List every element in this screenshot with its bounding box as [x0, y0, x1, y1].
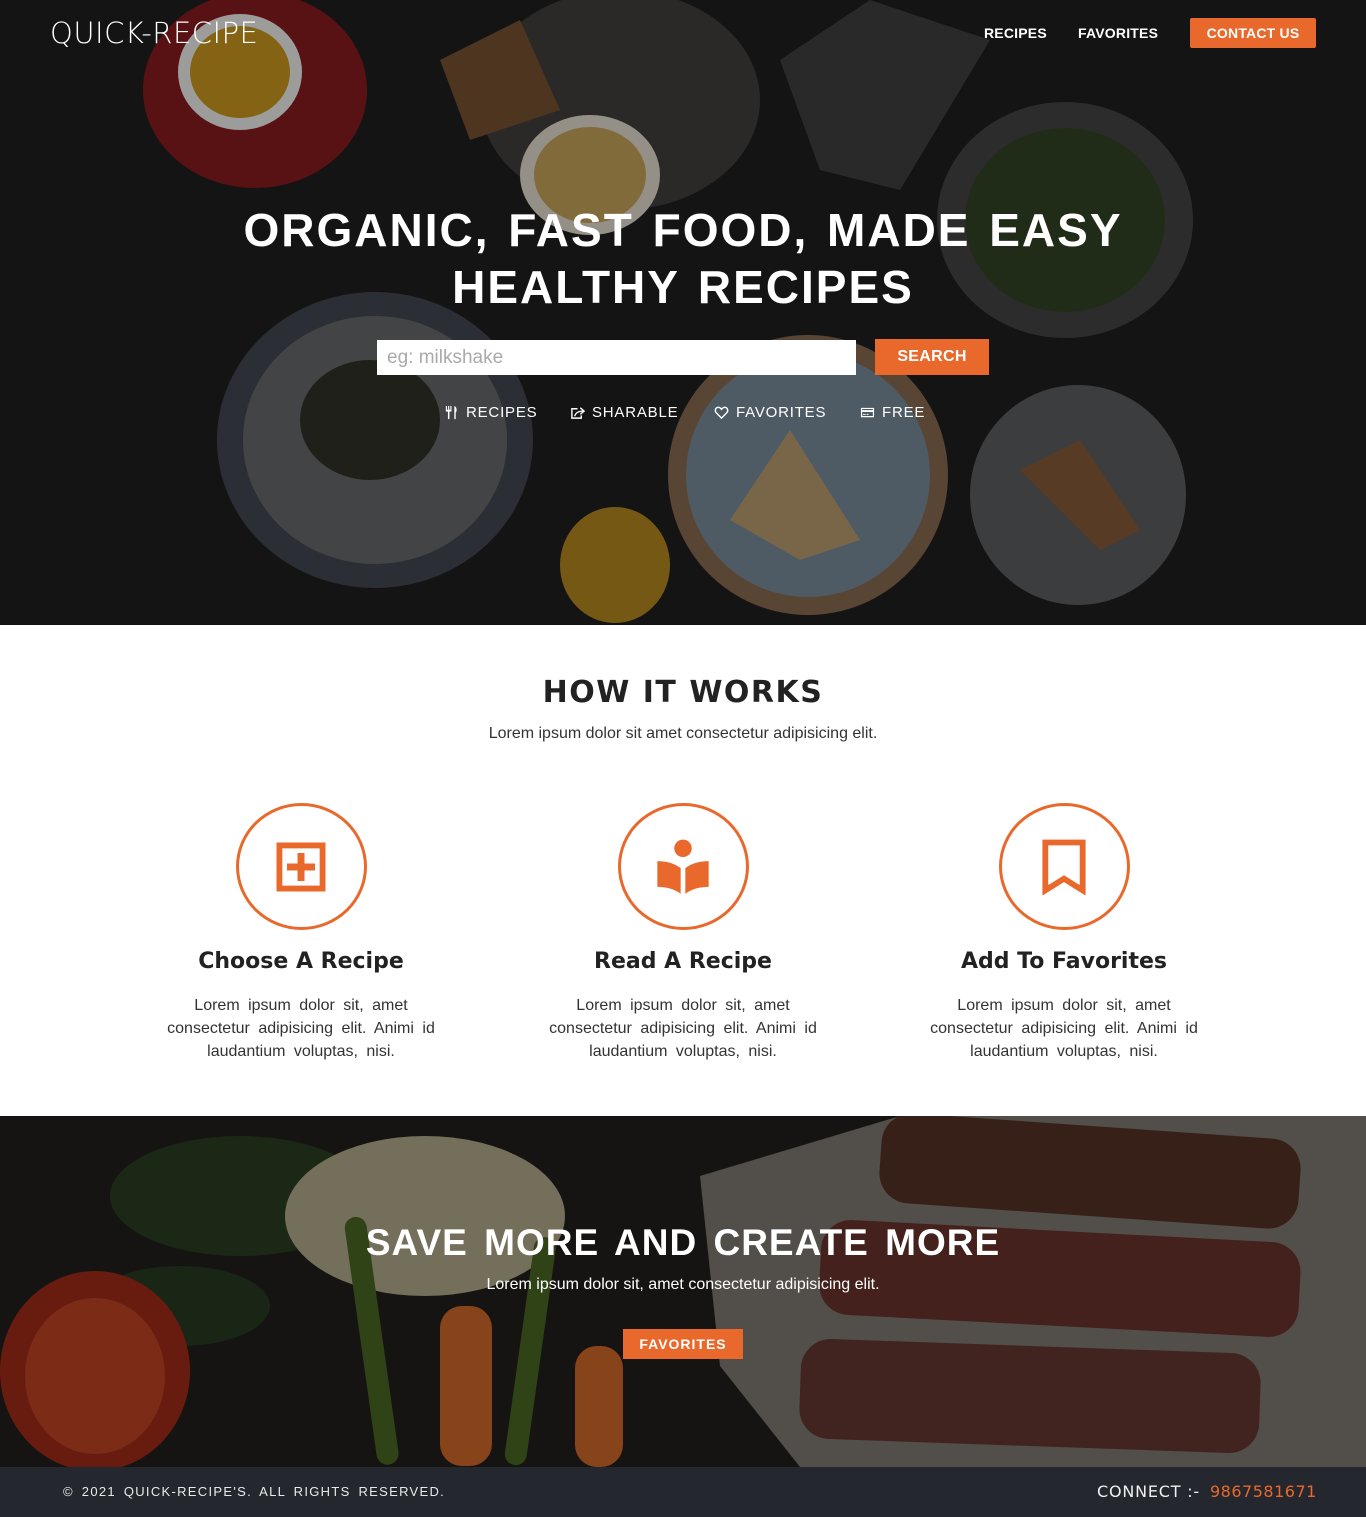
- save-more-title: SAVE MORE AND CREATE MORE: [365, 1222, 1001, 1263]
- step-text: Lorem ipsum dolor sit, amet consectetur …: [549, 997, 817, 1060]
- hero-section: QUICK-RECIPE RECIPES FAVORITES CONTACT U…: [0, 0, 1366, 625]
- feature-free: FREE: [860, 404, 925, 421]
- footer: © 2021 QUICK-RECIPE'S. ALL RIGHTS RESERV…: [0, 1467, 1366, 1517]
- feature-favorites: FAVORITES: [714, 404, 826, 421]
- feature-recipes: RECIPES: [444, 404, 537, 421]
- hero-title-line2: HEALTHY RECIPES: [452, 261, 914, 313]
- step-title: Choose A Recipe: [198, 949, 404, 974]
- heart-icon: [714, 406, 729, 420]
- feature-sharable: SHARABLE: [570, 404, 678, 421]
- step-card-favorites: Add To Favorites Lorem ipsum dolor sit, …: [914, 803, 1214, 1063]
- step-icon-circle: [235, 803, 367, 930]
- feature-label: FAVORITES: [736, 404, 827, 421]
- step-title: Add To Favorites: [960, 949, 1167, 974]
- save-more-subtitle: Lorem ipsum dolor sit, amet consectetur …: [486, 1276, 880, 1293]
- bookmark-icon: [1042, 839, 1086, 895]
- credit-card-icon: [860, 407, 875, 418]
- hero-title: ORGANIC, FAST FOOD, MADE EASY HEALTHY RE…: [0, 202, 1366, 316]
- feature-label: SHARABLE: [592, 404, 679, 421]
- search-input[interactable]: [377, 340, 856, 375]
- plus-square-icon: [276, 842, 326, 891]
- copyright-text: © 2021 QUICK-RECIPE'S. ALL RIGHTS RESERV…: [63, 1484, 446, 1499]
- feature-label: FREE: [882, 404, 926, 421]
- how-it-works-title: HOW IT WORKS: [542, 675, 824, 710]
- how-it-works-subtitle: Lorem ipsum dolor sit amet consectetur a…: [488, 725, 878, 742]
- nav-recipes-link[interactable]: RECIPES: [984, 25, 1047, 41]
- book-reader-icon: [657, 839, 709, 894]
- nav-favorites-link[interactable]: FAVORITES: [1078, 25, 1158, 41]
- step-title: Read A Recipe: [594, 949, 772, 974]
- save-more-section: SAVE MORE AND CREATE MORE Lorem ipsum do…: [0, 1116, 1366, 1467]
- contact-us-button[interactable]: CONTACT US: [1190, 18, 1316, 48]
- connect-label: CONNECT :-: [1097, 1482, 1201, 1501]
- step-icon-circle: [998, 803, 1130, 930]
- step-text: Lorem ipsum dolor sit, amet consectetur …: [930, 997, 1198, 1060]
- step-card-read: Read A Recipe Lorem ipsum dolor sit, ame…: [533, 803, 833, 1063]
- search-button[interactable]: SEARCH: [875, 339, 989, 375]
- step-icon-circle: [617, 803, 749, 930]
- step-text: Lorem ipsum dolor sit, amet consectetur …: [167, 997, 435, 1060]
- share-icon: [571, 407, 585, 419]
- feature-label: RECIPES: [466, 404, 538, 421]
- utensils-icon: [445, 405, 457, 420]
- hero-title-line1: ORGANIC, FAST FOOD, MADE EASY: [243, 204, 1123, 256]
- brand-logo[interactable]: QUICK-RECIPE: [50, 16, 258, 50]
- phone-link[interactable]: 9867581671: [1210, 1482, 1317, 1501]
- favorites-button[interactable]: FAVORITES: [623, 1329, 743, 1359]
- step-card-choose: Choose A Recipe Lorem ipsum dolor sit, a…: [151, 803, 451, 1063]
